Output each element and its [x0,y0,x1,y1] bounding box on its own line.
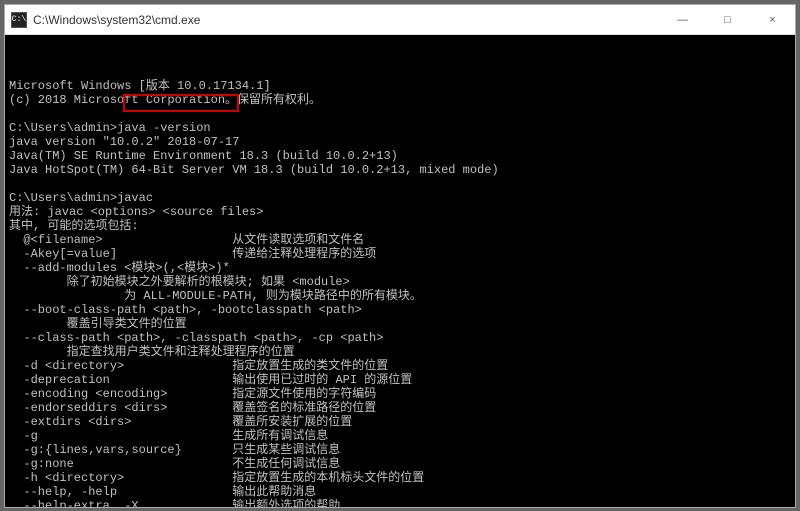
console-line: -g 生成所有调试信息 [9,429,791,443]
console-line: Java HotSpot(TM) 64-Bit Server VM 18.3 (… [9,163,791,177]
console-line: -deprecation 输出使用已过时的 API 的源位置 [9,373,791,387]
console-line: --boot-class-path <path>, -bootclasspath… [9,303,791,317]
console-line: --help, -help 输出此帮助消息 [9,485,791,499]
cmd-window: C:\ C:\Windows\system32\cmd.exe — □ × Mi… [4,4,796,508]
titlebar[interactable]: C:\ C:\Windows\system32\cmd.exe — □ × [5,5,795,35]
console-line: -extdirs <dirs> 覆盖所安装扩展的位置 [9,415,791,429]
console-line: 指定查找用户类文件和注释处理程序的位置 [9,345,791,359]
window-title: C:\Windows\system32\cmd.exe [33,13,660,27]
console-output[interactable]: Microsoft Windows [版本 10.0.17134.1](c) 2… [5,35,795,507]
console-line: --add-modules <模块>(,<模块>)* [9,261,791,275]
cmd-icon: C:\ [11,12,27,28]
console-line: 其中, 可能的选项包括: [9,219,791,233]
console-line: -encoding <encoding> 指定源文件使用的字符编码 [9,387,791,401]
console-line: --class-path <path>, -classpath <path>, … [9,331,791,345]
console-line [9,177,791,191]
console-line: 覆盖引导类文件的位置 [9,317,791,331]
console-line: C:\Users\admin>java -version [9,121,791,135]
maximize-button[interactable]: □ [705,5,750,34]
close-button[interactable]: × [750,5,795,34]
console-line: java version "10.0.2" 2018-07-17 [9,135,791,149]
console-line: -g:{lines,vars,source} 只生成某些调试信息 [9,443,791,457]
console-line: -g:none 不生成任何调试信息 [9,457,791,471]
console-line: -endorseddirs <dirs> 覆盖签名的标准路径的位置 [9,401,791,415]
console-line: -d <directory> 指定放置生成的类文件的位置 [9,359,791,373]
console-line: (c) 2018 Microsoft Corporation。保留所有权利。 [9,93,791,107]
console-line: Microsoft Windows [版本 10.0.17134.1] [9,79,791,93]
console-line [9,107,791,121]
console-line: --help-extra, -X 输出额外选项的帮助 [9,499,791,507]
console-line: 用法: javac <options> <source files> [9,205,791,219]
console-line: 除了初始模块之外要解析的根模块; 如果 <module> [9,275,791,289]
console-line: -h <directory> 指定放置生成的本机标头文件的位置 [9,471,791,485]
console-line: Java(TM) SE Runtime Environment 18.3 (bu… [9,149,791,163]
console-line: @<filename> 从文件读取选项和文件名 [9,233,791,247]
console-line: 为 ALL-MODULE-PATH, 则为模块路径中的所有模块。 [9,289,791,303]
minimize-button[interactable]: — [660,5,705,34]
window-buttons: — □ × [660,5,795,34]
console-line: C:\Users\admin>javac [9,191,791,205]
console-line: -Akey[=value] 传递给注释处理程序的选项 [9,247,791,261]
